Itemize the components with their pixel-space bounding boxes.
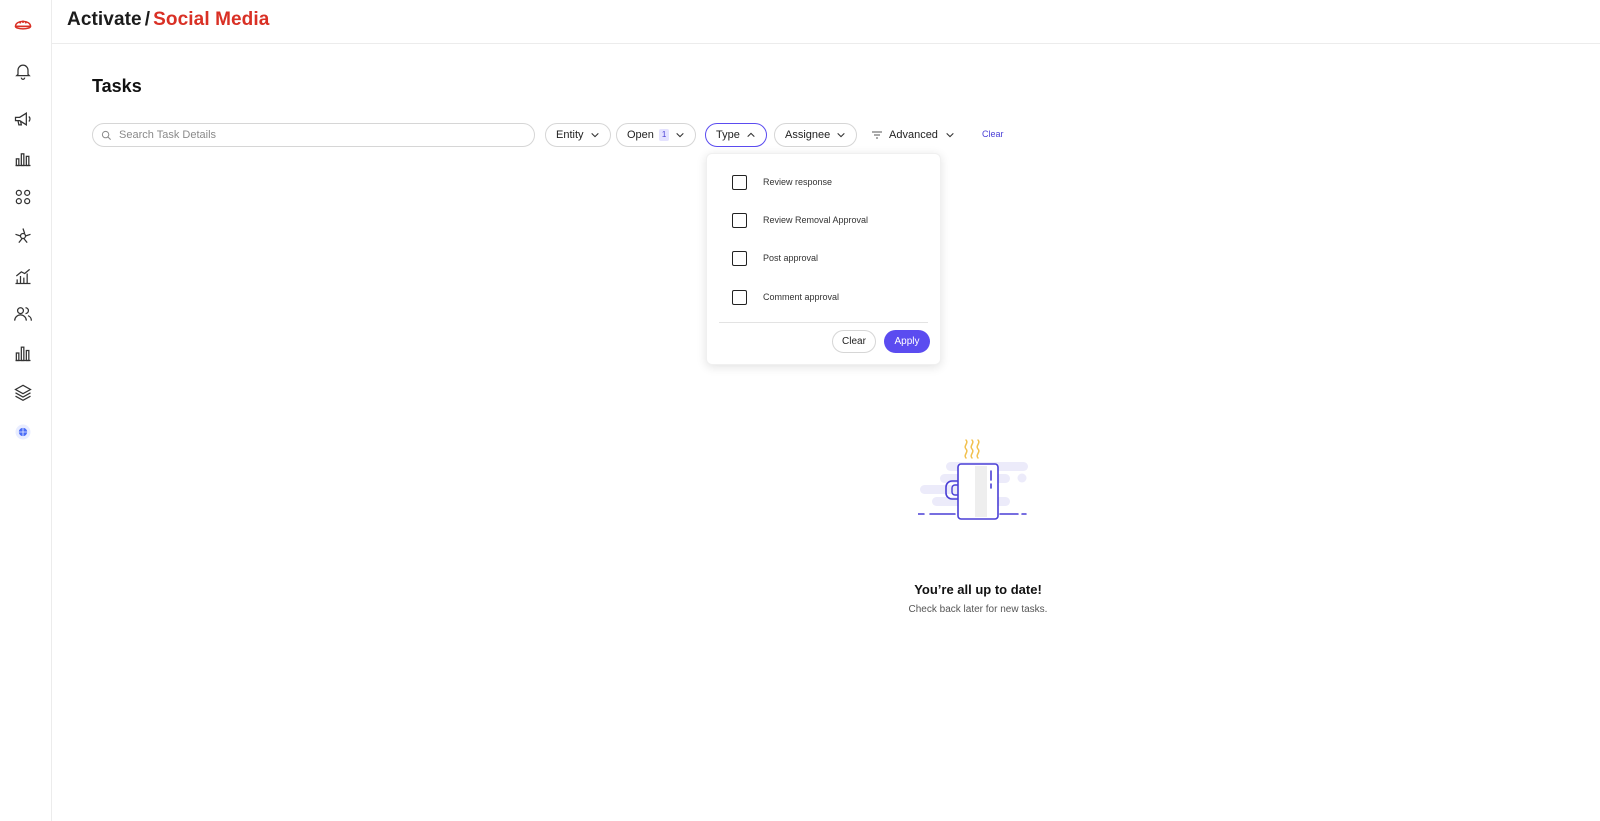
growth-chart-icon[interactable] — [10, 263, 36, 289]
type-filter-button[interactable]: Type — [705, 123, 767, 147]
bar-chart-icon[interactable] — [10, 145, 36, 171]
type-option-review-removal-approval[interactable]: Review Removal Approval — [732, 212, 868, 228]
assignee-filter-button[interactable]: Assignee — [774, 123, 858, 147]
reports-icon[interactable] — [10, 340, 36, 366]
open-count-badge: 1 — [658, 129, 670, 141]
checkbox[interactable] — [732, 174, 747, 190]
page-title: Tasks — [92, 76, 142, 96]
logo-icon[interactable] — [10, 10, 36, 36]
users-icon[interactable] — [10, 301, 36, 327]
dropdown-apply-button[interactable]: Apply — [884, 330, 930, 353]
breadcrumb: Activate / Social Media — [67, 9, 269, 31]
megaphone-icon[interactable] — [10, 106, 36, 132]
coffee-mug-illustration — [918, 439, 1028, 520]
option-label: Post approval — [763, 253, 819, 263]
open-filter-button[interactable]: Open 1 — [616, 123, 697, 147]
type-option-review-response[interactable]: Review response — [732, 174, 832, 190]
clear-filters-link[interactable]: Clear — [982, 129, 1004, 139]
empty-state-subtitle: Check back later for new tasks. — [908, 604, 1048, 615]
integrations-icon[interactable] — [10, 223, 36, 249]
layers-icon[interactable] — [10, 379, 36, 405]
dropdown-clear-button[interactable]: Clear — [832, 330, 876, 353]
chevron-down-icon — [946, 132, 954, 138]
search-icon — [101, 130, 111, 140]
chevron-down-icon — [837, 132, 845, 138]
assignee-filter-label: Assignee — [785, 129, 831, 141]
search-input[interactable] — [119, 129, 519, 141]
sidebar — [0, 0, 52, 821]
empty-state-title: You’re all up to date! — [914, 582, 1042, 597]
entity-filter-label: Entity — [556, 129, 584, 141]
globe-icon[interactable] — [10, 419, 36, 445]
advanced-filter-label: Advanced — [889, 129, 938, 141]
option-label: Comment approval — [763, 292, 840, 302]
breadcrumb-current: Social Media — [153, 9, 270, 30]
divider — [719, 322, 928, 323]
entity-filter-button[interactable]: Entity — [545, 123, 611, 147]
advanced-filter-button[interactable]: Advanced — [871, 123, 955, 147]
chevron-down-icon — [590, 132, 599, 138]
filter-icon — [872, 131, 882, 139]
type-option-post-approval[interactable]: Post approval — [732, 250, 818, 266]
top-bar: Activate / Social Media — [52, 0, 1600, 44]
bell-icon[interactable] — [10, 58, 36, 84]
option-label: Review Removal Approval — [763, 215, 869, 225]
breadcrumb-root[interactable]: Activate — [67, 9, 142, 30]
open-filter-label: Open — [627, 129, 654, 141]
apps-grid-icon[interactable] — [10, 184, 36, 210]
breadcrumb-separator: / — [144, 9, 151, 30]
type-dropdown-menu: Review response Review Removal Approval … — [706, 153, 941, 365]
checkbox[interactable] — [732, 212, 747, 228]
search-box[interactable] — [92, 123, 535, 147]
type-option-comment-approval[interactable]: Comment approval — [732, 289, 839, 305]
checkbox[interactable] — [732, 289, 747, 305]
chevron-up-icon — [747, 132, 755, 138]
option-label: Review response — [763, 177, 833, 187]
checkbox[interactable] — [732, 250, 747, 266]
type-filter-label: Type — [716, 129, 740, 141]
chevron-down-icon — [676, 132, 685, 138]
